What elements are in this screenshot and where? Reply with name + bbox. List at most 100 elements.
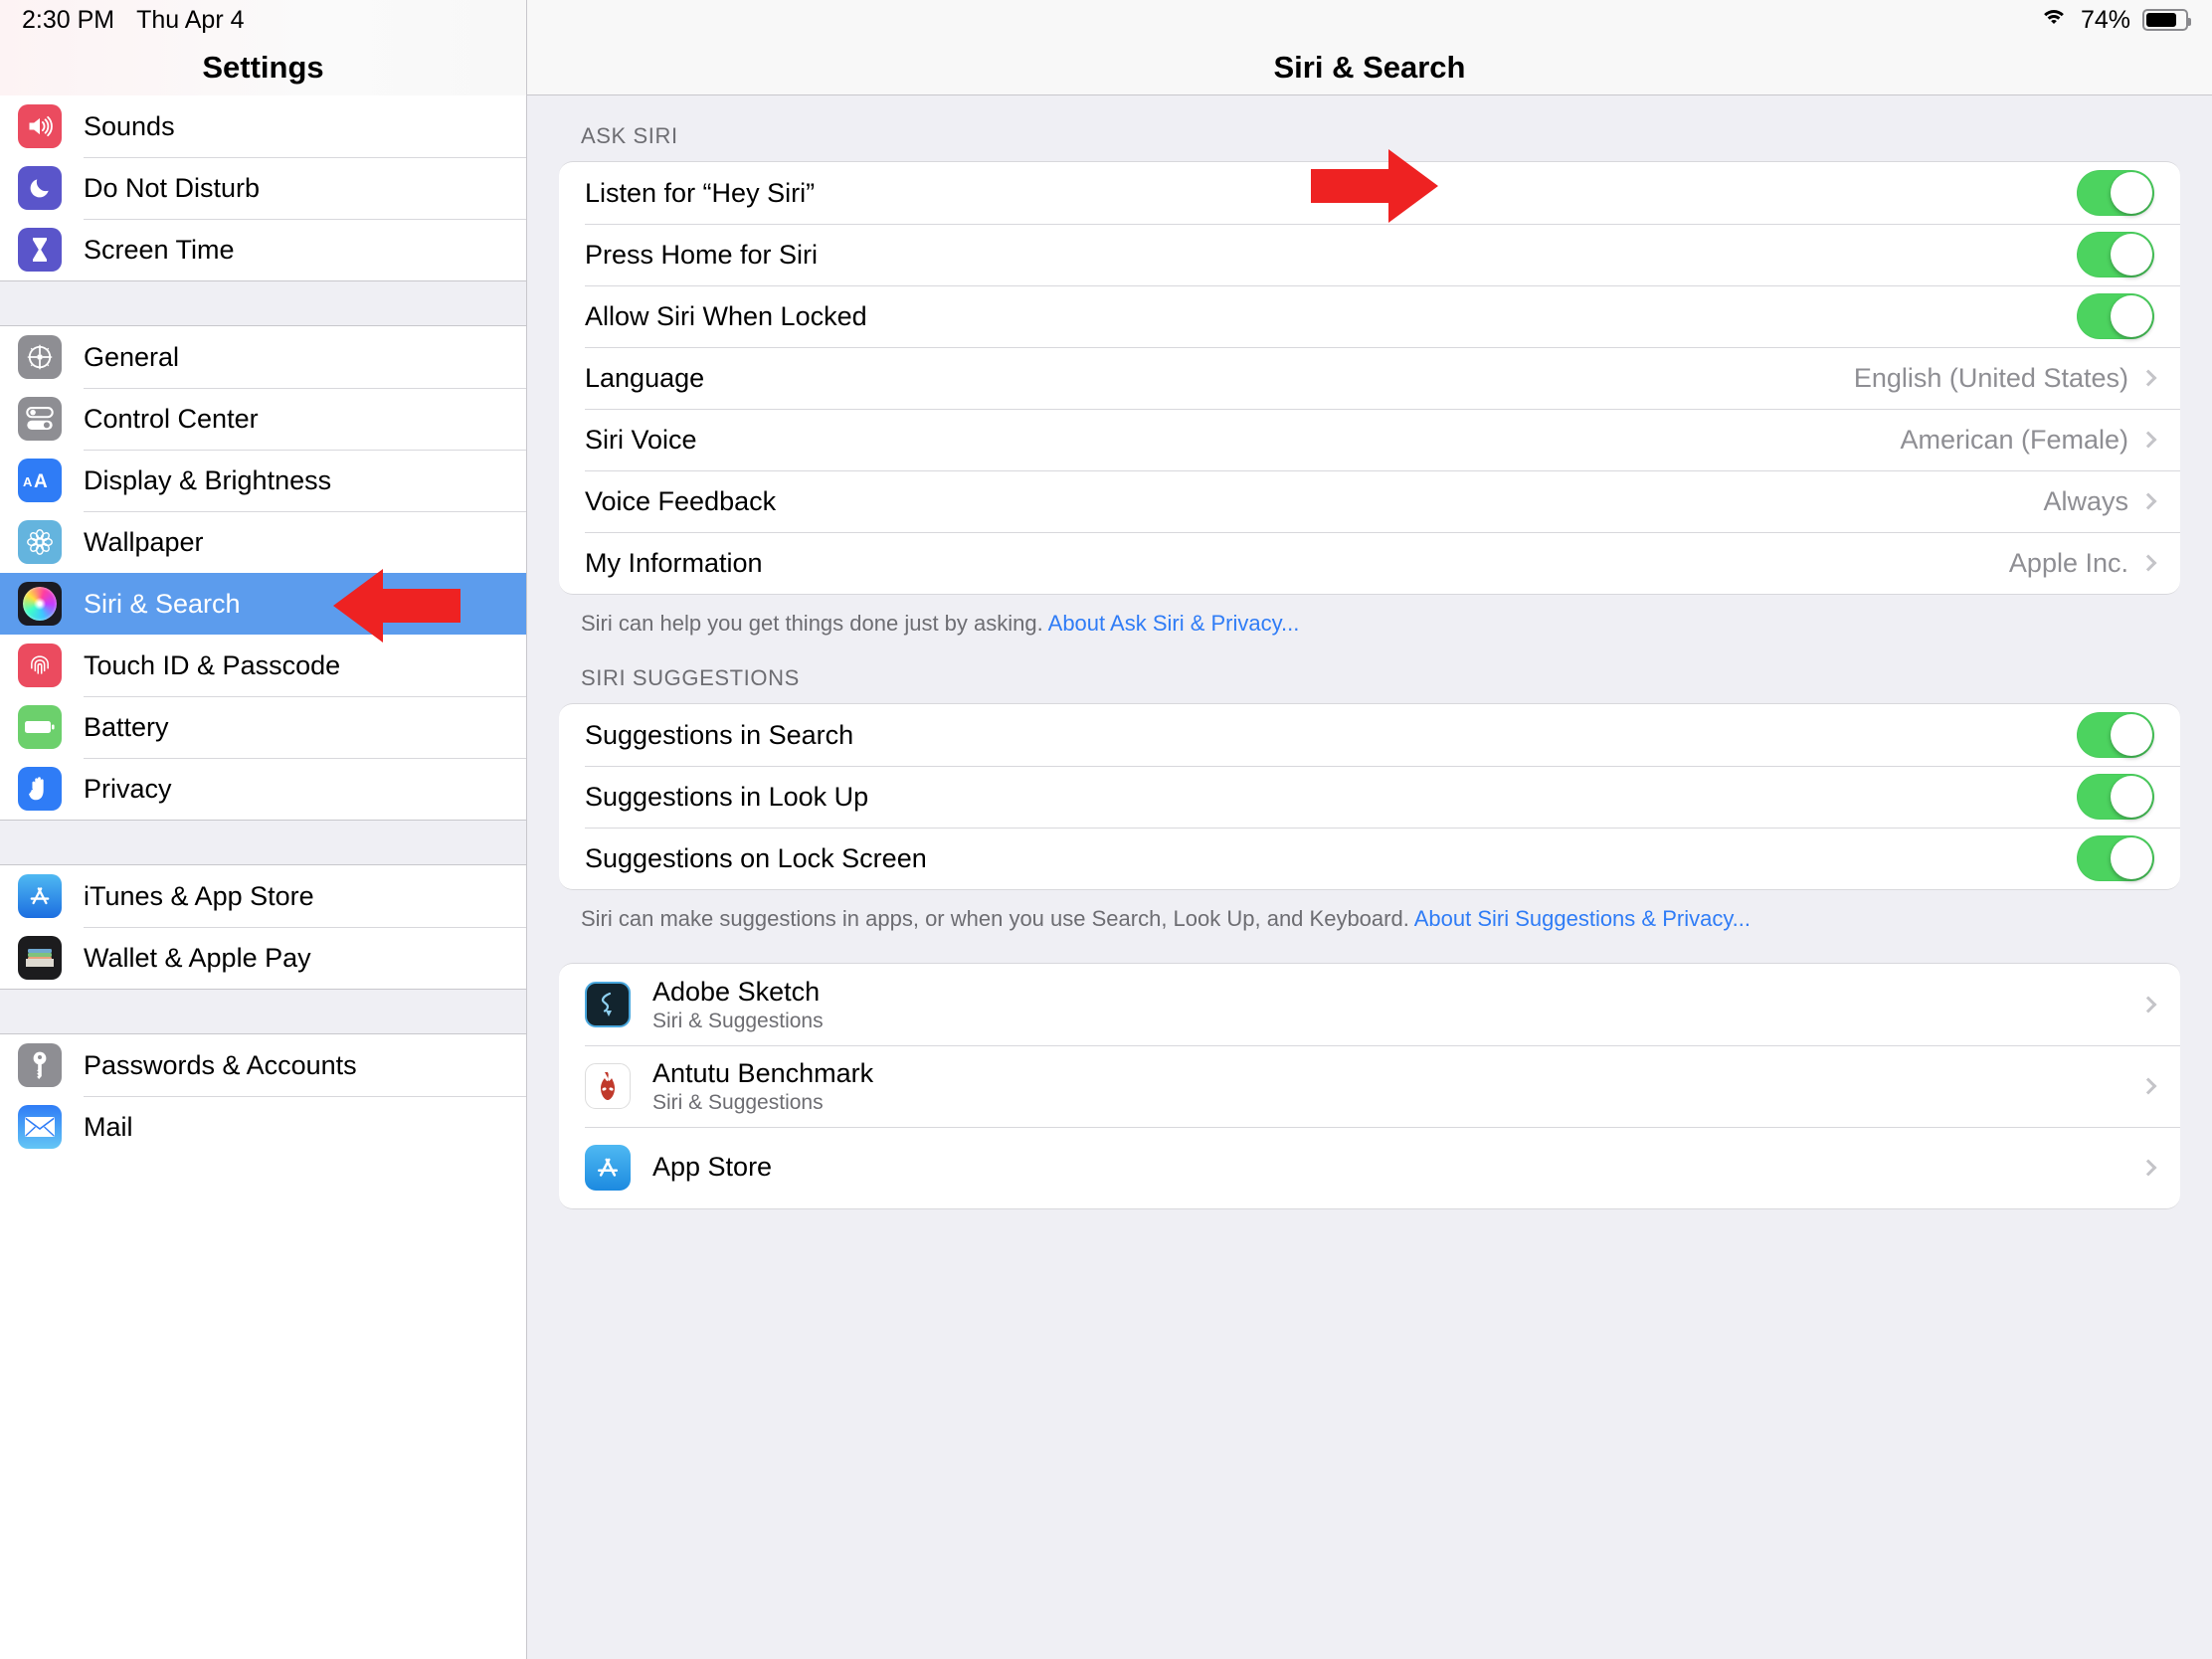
row-value: Apple Inc.	[2009, 548, 2128, 579]
row-voice-feedback[interactable]: Voice Feedback Always	[559, 470, 2180, 532]
app-row-adobe-sketch[interactable]: Adobe Sketch Siri & Suggestions	[559, 964, 2180, 1045]
sidebar-item-label: Mail	[84, 1112, 133, 1143]
sidebar-item-label: Do Not Disturb	[84, 173, 260, 204]
row-label: Suggestions in Look Up	[585, 782, 868, 813]
row-label: Suggestions in Search	[585, 720, 853, 751]
app-subtitle: Siri & Suggestions	[652, 1010, 824, 1033]
sidebar-title: Settings	[202, 50, 323, 86]
hey-siri-toggle[interactable]	[2077, 170, 2154, 216]
sidebar-item-wallpaper[interactable]: Wallpaper	[0, 511, 526, 573]
siri-orb-icon	[18, 582, 62, 626]
sidebar-item-display-brightness[interactable]: A A Display & Brightness	[0, 450, 526, 511]
sidebar-item-do-not-disturb[interactable]: Do Not Disturb	[0, 157, 526, 219]
sidebar-item-label: Display & Brightness	[84, 465, 331, 496]
app-row-app-store[interactable]: App Store	[559, 1127, 2180, 1208]
sidebar-item-screen-time[interactable]: Screen Time	[0, 219, 526, 280]
row-my-information[interactable]: My Information Apple Inc.	[559, 532, 2180, 594]
sidebar-scroll-area[interactable]: Sounds Do Not Disturb Screen Time	[0, 95, 526, 1659]
sidebar-item-label: Control Center	[84, 404, 259, 435]
toggles-icon	[18, 397, 62, 441]
moon-icon	[18, 166, 62, 210]
sidebar-item-passwords-accounts[interactable]: Passwords & Accounts	[0, 1034, 526, 1096]
sidebar-item-label: Wallpaper	[84, 527, 204, 558]
sidebar-item-label: General	[84, 342, 179, 373]
sidebar-item-control-center[interactable]: Control Center	[0, 388, 526, 450]
row-value: English (United States)	[1854, 363, 2128, 394]
about-ask-siri-privacy-link[interactable]: About Ask Siri & Privacy...	[1048, 611, 1300, 636]
arrow-pointing-to-hey-siri-toggle	[1311, 147, 1440, 225]
allow-siri-when-locked-toggle[interactable]	[2077, 293, 2154, 339]
suggestions-in-look-up-toggle[interactable]	[2077, 774, 2154, 820]
app-row-antutu-benchmark[interactable]: Antutu Benchmark Siri & Suggestions	[559, 1045, 2180, 1127]
sidebar-item-wallet-apple-pay[interactable]: Wallet & Apple Pay	[0, 927, 526, 989]
app-subtitle: Siri & Suggestions	[652, 1091, 873, 1115]
svg-text:A: A	[34, 471, 48, 491]
row-allow-siri-when-locked[interactable]: Allow Siri When Locked	[559, 285, 2180, 347]
chevron-right-icon	[2140, 555, 2157, 572]
sidebar-item-label: Touch ID & Passcode	[84, 650, 340, 681]
svg-text:A: A	[23, 474, 33, 489]
suggestions-on-lock-screen-toggle[interactable]	[2077, 835, 2154, 881]
row-label: Suggestions on Lock Screen	[585, 843, 927, 874]
row-label: Press Home for Siri	[585, 240, 818, 271]
row-label: Voice Feedback	[585, 486, 776, 517]
row-label: Language	[585, 363, 704, 394]
sidebar-item-mail[interactable]: Mail	[0, 1096, 526, 1158]
adobe-sketch-icon	[585, 982, 631, 1027]
row-label: Allow Siri When Locked	[585, 301, 867, 332]
detail-header: Siri & Search	[527, 0, 2212, 95]
chevron-right-icon	[2140, 997, 2157, 1014]
sidebar-group-separator	[0, 989, 526, 1034]
sidebar-item-privacy[interactable]: Privacy	[0, 758, 526, 820]
sidebar-item-general[interactable]: General	[0, 326, 526, 388]
flower-icon	[18, 520, 62, 564]
sidebar-header: Settings	[0, 0, 526, 95]
chevron-right-icon	[2140, 1160, 2157, 1177]
siri-suggestions-footnote: Siri can make suggestions in apps, or wh…	[559, 890, 2180, 933]
settings-sidebar: Settings Sounds	[0, 0, 527, 1659]
sidebar-item-battery[interactable]: Battery	[0, 696, 526, 758]
row-label: Siri Voice	[585, 425, 697, 456]
key-icon	[18, 1043, 62, 1087]
app-name: Adobe Sketch	[652, 977, 824, 1008]
sidebar-item-itunes-app-store[interactable]: iTunes & App Store	[0, 865, 526, 927]
app-name: Antutu Benchmark	[652, 1058, 873, 1089]
ask-siri-card: Listen for “Hey Siri” Press Home for Sir…	[559, 161, 2180, 595]
sidebar-item-label: Battery	[84, 712, 169, 743]
row-label: Listen for “Hey Siri”	[585, 178, 815, 209]
sidebar-item-label: iTunes & App Store	[84, 881, 314, 912]
row-value: Always	[2043, 486, 2128, 517]
sidebar-item-label: Wallet & Apple Pay	[84, 943, 311, 974]
sidebar-item-label: Screen Time	[84, 235, 235, 266]
sidebar-item-label: Siri & Search	[84, 589, 241, 620]
gear-icon	[18, 335, 62, 379]
row-suggestions-in-look-up[interactable]: Suggestions in Look Up	[559, 766, 2180, 828]
hand-icon	[18, 767, 62, 811]
row-siri-voice[interactable]: Siri Voice American (Female)	[559, 409, 2180, 470]
battery-icon	[18, 705, 62, 749]
suggestions-in-search-toggle[interactable]	[2077, 712, 2154, 758]
press-home-for-siri-toggle[interactable]	[2077, 232, 2154, 277]
sidebar-item-label: Privacy	[84, 774, 172, 805]
row-suggestions-on-lock-screen[interactable]: Suggestions on Lock Screen	[559, 828, 2180, 889]
sidebar-group-separator	[0, 820, 526, 865]
chevron-right-icon	[2140, 370, 2157, 387]
detail-scroll-area[interactable]: ASK SIRI Listen for “Hey Siri” Press Hom…	[527, 95, 2212, 1659]
fingerprint-icon	[18, 644, 62, 687]
about-siri-suggestions-privacy-link[interactable]: About Siri Suggestions & Privacy...	[1414, 906, 1751, 931]
row-language[interactable]: Language English (United States)	[559, 347, 2180, 409]
detail-pane: Siri & Search ASK SIRI Listen for “Hey S…	[527, 0, 2212, 1659]
ask-siri-footnote-text: Siri can help you get things done just b…	[581, 611, 1048, 636]
app-list-card: Adobe Sketch Siri & Suggestions	[559, 963, 2180, 1209]
row-suggestions-in-search[interactable]: Suggestions in Search	[559, 704, 2180, 766]
sidebar-item-sounds[interactable]: Sounds	[0, 95, 526, 157]
sidebar-item-label: Passwords & Accounts	[84, 1050, 357, 1081]
sidebar-item-label: Sounds	[84, 111, 175, 142]
ipad-settings-screen: 2:30 PM Thu Apr 4 74% Settings	[0, 0, 2212, 1659]
speaker-icon	[18, 104, 62, 148]
app-store-icon	[585, 1145, 631, 1191]
siri-suggestions-footnote-text: Siri can make suggestions in apps, or wh…	[581, 906, 1414, 931]
wallet-icon	[18, 936, 62, 980]
row-press-home-for-siri[interactable]: Press Home for Siri	[559, 224, 2180, 285]
chevron-right-icon	[2140, 1078, 2157, 1095]
